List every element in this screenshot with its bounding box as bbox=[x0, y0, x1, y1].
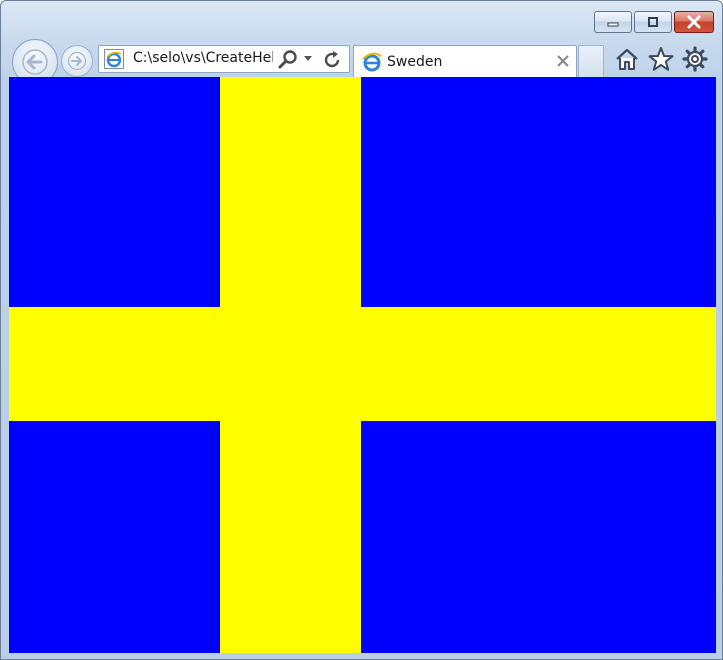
home-icon bbox=[616, 48, 638, 70]
flag-field-top-right bbox=[361, 77, 716, 307]
navigation-bar: C:\selo\vs\CreateHel Sweden bbox=[1, 37, 722, 85]
flag-field-top-left bbox=[9, 77, 220, 307]
chevron-down-icon[interactable] bbox=[303, 55, 313, 63]
flag-field-bottom-left bbox=[9, 421, 220, 653]
close-x-icon bbox=[687, 15, 701, 29]
minimize-button[interactable] bbox=[594, 11, 632, 33]
arrow-right-icon bbox=[67, 51, 87, 71]
settings-button[interactable] bbox=[681, 45, 709, 73]
toolbar-icons bbox=[613, 45, 709, 73]
browser-window: C:\selo\vs\CreateHel Sweden bbox=[0, 0, 723, 660]
address-bar[interactable]: C:\selo\vs\CreateHel bbox=[98, 45, 350, 73]
settings-gear-icon bbox=[682, 46, 708, 72]
ie-logo-icon bbox=[362, 52, 382, 72]
forward-button[interactable] bbox=[61, 45, 93, 77]
favorites-star-icon bbox=[648, 47, 674, 71]
caption-buttons bbox=[594, 11, 714, 33]
arrow-left-icon bbox=[22, 49, 48, 75]
close-icon[interactable] bbox=[556, 54, 570, 68]
close-window-button[interactable] bbox=[674, 11, 714, 33]
new-tab-button[interactable] bbox=[578, 45, 604, 79]
refresh-icon[interactable] bbox=[321, 49, 343, 71]
ie-logo-icon bbox=[104, 49, 124, 69]
tab-sweden[interactable]: Sweden bbox=[353, 45, 577, 79]
search-icon[interactable] bbox=[277, 49, 299, 71]
minimize-icon bbox=[607, 22, 619, 27]
flag-cross-horizontal bbox=[9, 307, 716, 421]
flag-field-bottom-right bbox=[361, 421, 716, 653]
tab-title: Sweden bbox=[387, 54, 443, 70]
page-content bbox=[9, 77, 716, 653]
favorites-button[interactable] bbox=[647, 45, 675, 73]
home-button[interactable] bbox=[613, 45, 641, 73]
maximize-button[interactable] bbox=[634, 11, 672, 33]
sweden-flag bbox=[9, 77, 716, 653]
address-input[interactable]: C:\selo\vs\CreateHel bbox=[133, 50, 273, 66]
restore-icon bbox=[648, 17, 658, 27]
